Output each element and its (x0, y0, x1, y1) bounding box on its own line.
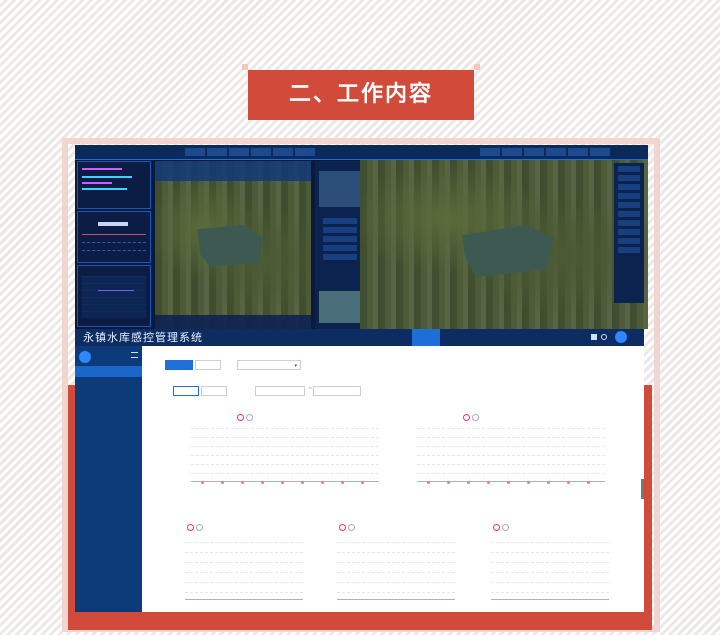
reservoir-area-2 (462, 225, 554, 277)
nav-item-2[interactable] (296, 329, 324, 346)
date-from-input[interactable] (255, 386, 305, 396)
date-to-input[interactable] (313, 386, 361, 396)
main-content: ▾ ~ (145, 348, 642, 610)
chevron-down-icon: ▾ (294, 363, 297, 369)
sidebar-item-1[interactable] (75, 366, 142, 377)
menu-toggle-icon[interactable] (131, 352, 138, 358)
reservoir-area (197, 225, 263, 267)
sidebar-item-2[interactable] (75, 379, 142, 390)
left-dashboard (75, 145, 365, 329)
sidebar-avatar (79, 351, 91, 363)
satellite-map[interactable] (155, 161, 311, 329)
chart-bottom-right (491, 524, 609, 600)
nav-item-8[interactable] (470, 329, 498, 346)
left-panel-3 (77, 265, 151, 327)
nav-item-4[interactable] (354, 329, 382, 346)
chart-legend (237, 414, 255, 421)
app-title: 永镇水库感控管理系统 (83, 331, 203, 344)
sidebar-item-4[interactable] (75, 405, 142, 416)
dashboard-header-2 (360, 145, 648, 160)
left-panel-2 (77, 211, 151, 263)
nav-item-1[interactable] (267, 329, 295, 346)
right-info-panel (315, 161, 365, 329)
nav-item-9[interactable] (499, 329, 527, 346)
nav-item-10[interactable] (528, 329, 556, 346)
scrollbar[interactable] (641, 479, 644, 499)
chart-bottom-middle (337, 524, 455, 600)
dashboard-title-2 (360, 155, 380, 162)
dashboard-header (75, 145, 365, 160)
reset-button[interactable] (201, 386, 227, 396)
right-dashboard (360, 145, 648, 329)
layer-panel[interactable] (614, 163, 644, 303)
chart-top-left (191, 414, 379, 484)
tab-2[interactable] (195, 360, 221, 370)
left-panel-1 (77, 161, 151, 209)
nav-item-7[interactable] (441, 329, 469, 346)
sidebar (75, 346, 142, 612)
tab-1[interactable] (165, 360, 193, 370)
chart-legend-4 (339, 524, 357, 531)
query-button[interactable] (173, 386, 199, 396)
sidebar-item-3[interactable] (75, 392, 142, 403)
nav-item-5[interactable] (383, 329, 411, 346)
nav-item-3[interactable] (325, 329, 353, 346)
gear-icon[interactable] (601, 334, 607, 340)
section-title: 二、工作内容 (242, 64, 480, 120)
chart-bottom-left (185, 524, 303, 600)
chart-top-right (417, 414, 605, 484)
chart-legend-3 (187, 524, 205, 531)
chart-legend-2 (463, 414, 481, 421)
chart-legend-5 (493, 524, 511, 531)
home-icon[interactable] (591, 334, 597, 340)
nav-item-6[interactable] (412, 329, 440, 346)
period-select[interactable]: ▾ (237, 360, 301, 370)
user-avatar[interactable] (615, 331, 627, 343)
date-separator: ~ (308, 386, 313, 392)
management-app-window: 永镇水库感控管理系统 ▾ ~ (75, 329, 644, 612)
